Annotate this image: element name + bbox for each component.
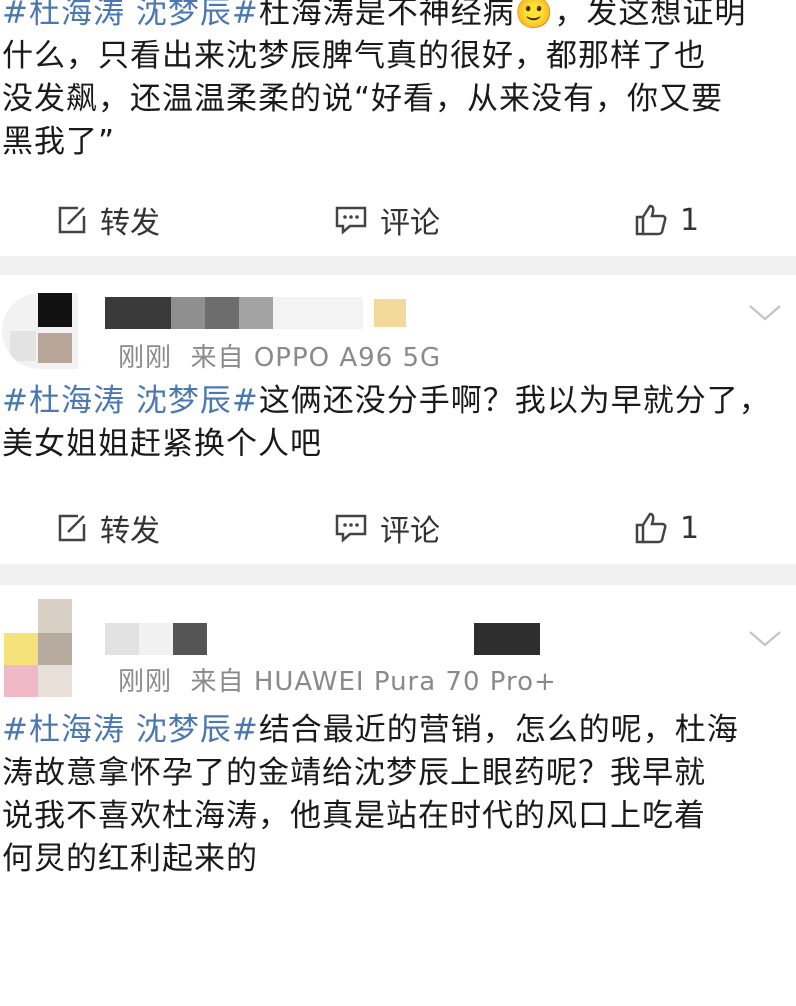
- text-segment: 没发飙，还温温柔柔的说“好看，从来没有，你又要: [2, 81, 724, 117]
- share-icon: [58, 206, 86, 234]
- post-time: 刚刚: [118, 343, 173, 373]
- hashtag-link[interactable]: #杜海涛 沈梦辰#: [2, 383, 259, 419]
- post-2-header: 刚刚 来自 OPPO A96 5G: [0, 275, 796, 380]
- text-segment: 杜海涛是不神经病🙂，发这想证明: [258, 0, 747, 31]
- text-segment: 何炅的红利起来的: [2, 841, 258, 877]
- post-device: HUAWEI Pura 70 Pro+: [253, 667, 557, 697]
- avatar[interactable]: [2, 599, 78, 699]
- text-line: 什么，只看出来沈梦辰脾气真的很好，都那样了也: [2, 35, 782, 78]
- post-meta: 刚刚 来自 HUAWEI Pura 70 Pro+: [118, 661, 557, 698]
- username-blurred[interactable]: [105, 623, 207, 655]
- like-button[interactable]: 1: [634, 200, 699, 240]
- expand-menu-button[interactable]: [748, 303, 782, 327]
- post-separator: [0, 562, 796, 585]
- share-button[interactable]: 转发: [56, 508, 160, 549]
- thumbs-up-icon: [635, 204, 667, 236]
- text-segment: 说我不喜欢杜海涛，他真是站在时代的风口上吃着: [2, 798, 706, 834]
- comment-button[interactable]: 评论: [334, 200, 440, 241]
- post-source-prefix: 来自: [190, 667, 245, 697]
- post-2-actions: 转发 评论 1: [0, 494, 796, 564]
- hashtag-link[interactable]: #杜海涛 沈梦辰#: [2, 712, 259, 748]
- text-segment: 黑我了”: [2, 124, 116, 160]
- chevron-down-icon: [749, 631, 781, 647]
- share-button[interactable]: 转发: [56, 200, 160, 241]
- like-count: 1: [680, 510, 700, 546]
- post-1: #杜海涛 沈梦辰#杜海涛是不神经病🙂，发这想证明 什么，只看出来沈梦辰脾气真的很好…: [0, 0, 796, 256]
- share-label: 转发: [100, 514, 160, 549]
- text-segment: 结合最近的营销，怎么的呢，杜海: [258, 712, 739, 748]
- text-line: #杜海涛 沈梦辰#这俩还没分手啊？我以为早就分了，: [2, 380, 782, 423]
- avatar[interactable]: [2, 293, 78, 369]
- post-1-actions: 转发 评论 1: [0, 186, 796, 256]
- text-line: 没发飙，还温温柔柔的说“好看，从来没有，你又要: [2, 78, 782, 121]
- badge-icon: [474, 623, 540, 655]
- like-count: 1: [680, 202, 700, 238]
- text-segment: 涛故意拿怀孕了的金靖给沈梦辰上眼药呢？我早就: [2, 755, 706, 791]
- post-time: 刚刚: [118, 667, 173, 697]
- text-line: 何炅的红利起来的: [2, 838, 782, 881]
- post-3-text: #杜海涛 沈梦辰#结合最近的营销，怎么的呢，杜海 涛故意拿怀孕了的金靖给沈梦辰上眼…: [0, 709, 796, 881]
- post-source-prefix: 来自: [190, 343, 245, 373]
- post-2: 刚刚 来自 OPPO A96 5G #杜海涛 沈梦辰#这俩还没分手啊？我以为早就…: [0, 275, 796, 564]
- text-line: #杜海涛 沈梦辰#结合最近的营销，怎么的呢，杜海: [2, 709, 782, 752]
- text-segment: 美女姐姐赶紧换个人吧: [2, 426, 322, 462]
- comment-button[interactable]: 评论: [334, 508, 440, 549]
- post-device: OPPO A96 5G: [253, 343, 442, 373]
- post-3: 刚刚 来自 HUAWEI Pura 70 Pro+ #杜海涛 沈梦辰#结合最近的…: [0, 585, 796, 881]
- chevron-down-icon: [749, 305, 781, 321]
- comment-icon: [335, 206, 367, 235]
- post-1-text: #杜海涛 沈梦辰#杜海涛是不神经病🙂，发这想证明 什么，只看出来沈梦辰脾气真的很好…: [0, 0, 796, 164]
- comment-label: 评论: [380, 514, 440, 549]
- text-line: 黑我了”: [2, 121, 782, 164]
- text-segment: 这俩还没分手啊？我以为早就分了，: [258, 383, 771, 419]
- share-label: 转发: [100, 206, 160, 241]
- expand-menu-button[interactable]: [748, 629, 782, 653]
- text-segment: 什么，只看出来沈梦辰脾气真的很好，都那样了也: [2, 38, 706, 74]
- username-blurred[interactable]: [105, 297, 363, 329]
- text-line: 美女姐姐赶紧换个人吧: [2, 423, 782, 466]
- badge-icon: [374, 299, 406, 327]
- thumbs-up-icon: [635, 512, 667, 544]
- post-3-header: 刚刚 来自 HUAWEI Pura 70 Pro+: [0, 585, 796, 709]
- like-button[interactable]: 1: [634, 508, 699, 548]
- hashtag-link[interactable]: #杜海涛 沈梦辰#: [2, 0, 259, 31]
- text-line: 说我不喜欢杜海涛，他真是站在时代的风口上吃着: [2, 795, 782, 838]
- comment-icon: [335, 514, 367, 543]
- comment-label: 评论: [380, 206, 440, 241]
- text-line: 涛故意拿怀孕了的金靖给沈梦辰上眼药呢？我早就: [2, 752, 782, 795]
- text-line: #杜海涛 沈梦辰#杜海涛是不神经病🙂，发这想证明: [2, 0, 782, 35]
- share-icon: [58, 514, 86, 542]
- post-meta: 刚刚 来自 OPPO A96 5G: [118, 337, 441, 374]
- post-2-text: #杜海涛 沈梦辰#这俩还没分手啊？我以为早就分了， 美女姐姐赶紧换个人吧: [0, 380, 796, 466]
